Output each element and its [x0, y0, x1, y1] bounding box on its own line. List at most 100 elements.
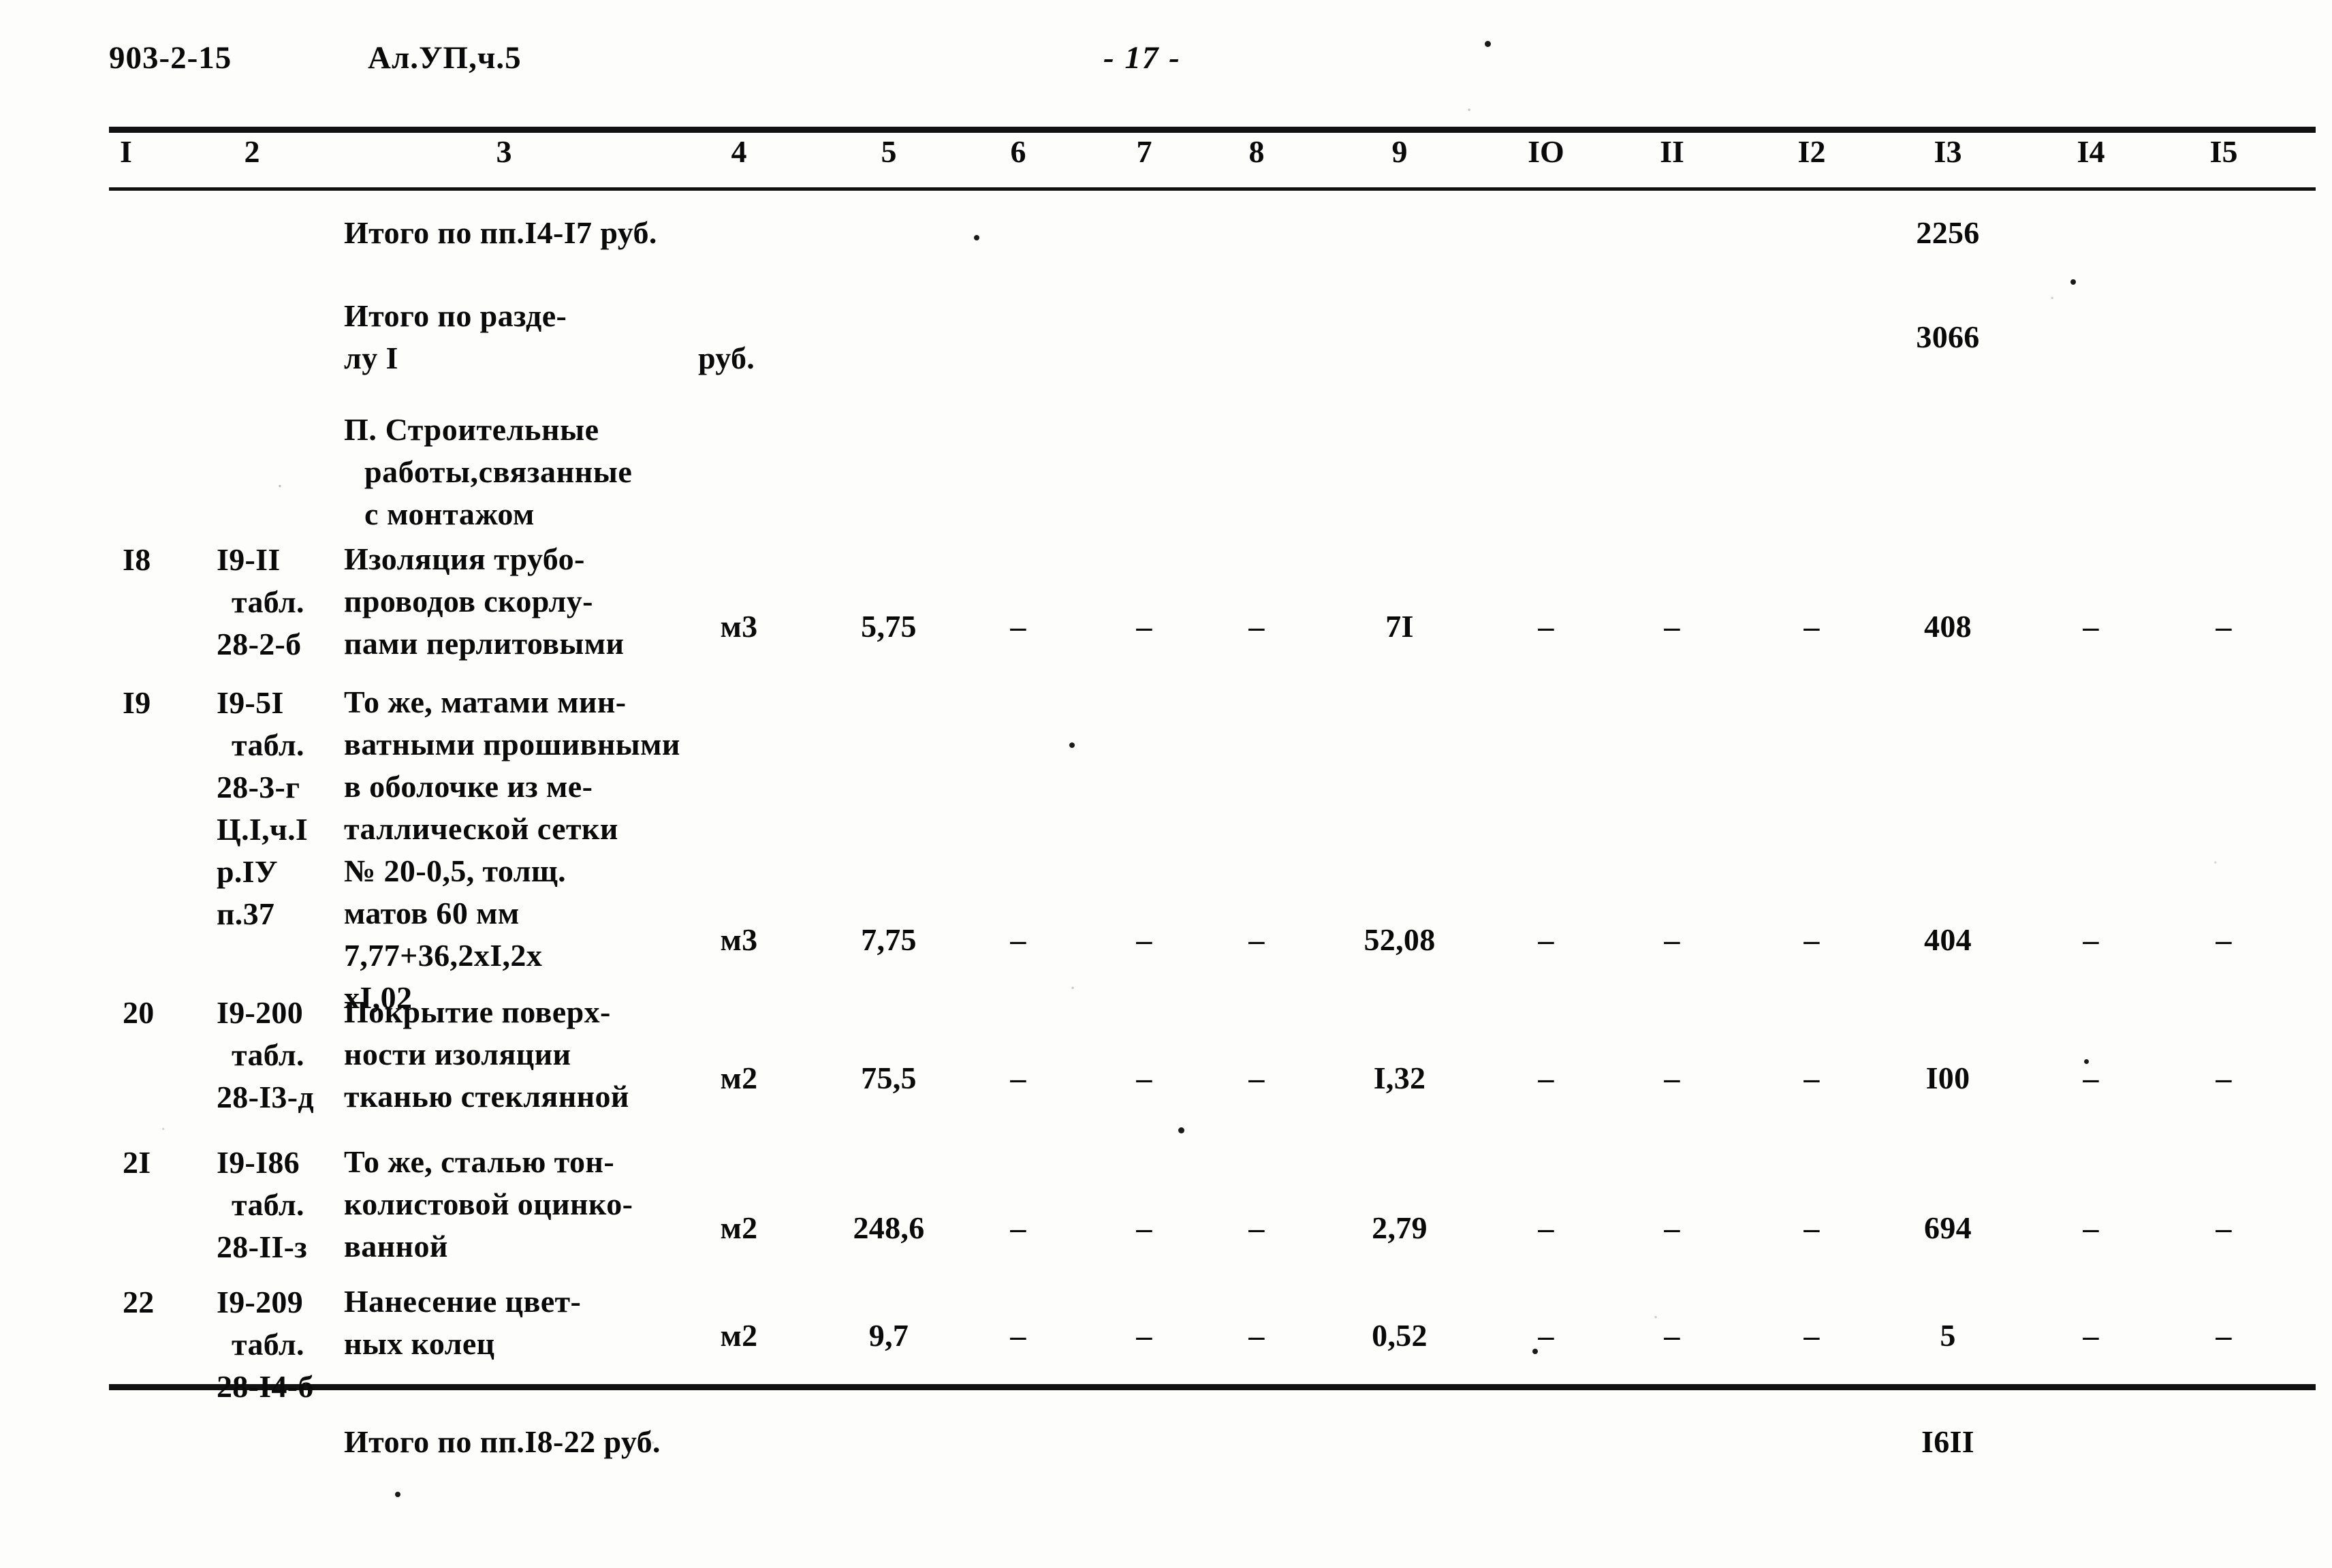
row-I8-col6: –	[1010, 609, 1026, 644]
row-I8-item-number: I8	[123, 542, 151, 577]
row-2I-col14: –	[2083, 1210, 2099, 1245]
row-2I-unit: м2	[720, 1210, 758, 1245]
row-20-code-line-3: 28-I3-д	[217, 1080, 314, 1114]
scan-speck	[1178, 1127, 1184, 1133]
row-22-code-line-3: 28-I4-б	[217, 1369, 314, 1404]
row-2I-code-line-1: I9-I86	[217, 1145, 300, 1180]
row-20-code-line-1: I9-200	[217, 995, 304, 1030]
row-22-description-line-1: Нанесение цвет-	[344, 1284, 582, 1319]
row-I8-description-line-3: пами перлитовыми	[344, 626, 625, 661]
row-I9-item-number: I9	[123, 685, 151, 720]
row-20-quantity: 75,5	[861, 1061, 917, 1095]
section-heading-line3: с монтажом	[364, 497, 535, 531]
row-I8-col8: –	[1248, 609, 1265, 644]
row-22-col8: –	[1248, 1318, 1265, 1353]
row-I8-unit: м3	[720, 609, 758, 644]
row-22-col15: –	[2216, 1318, 2232, 1353]
row-2I-quantity: 248,6	[853, 1210, 925, 1245]
row-22-col14: –	[2083, 1318, 2099, 1353]
scan-speck	[395, 1492, 400, 1497]
row-I9-unit: м3	[720, 922, 758, 957]
row-I9-code-line-2: табл.	[232, 727, 304, 762]
row-I9-col8: –	[1248, 922, 1265, 957]
scan-speck	[2070, 279, 2076, 285]
row-22-col9: 0,52	[1372, 1318, 1428, 1353]
row-I9-code-line-1: I9-5I	[217, 685, 284, 720]
row-20-code-line-2: табл.	[232, 1037, 304, 1072]
scan-speck	[974, 235, 979, 240]
total-unit-section-1: руб.	[698, 341, 755, 375]
scan-speck	[1485, 41, 1491, 47]
row-I8-col15: –	[2216, 609, 2232, 644]
section-heading-line2: работы,связанные	[364, 454, 633, 489]
row-I9-description-line-7: 7,77+36,2хI,2х	[344, 938, 543, 973]
row-2I-col8: –	[1248, 1210, 1265, 1245]
table-body: Итого по пп.I4-I7 руб. 2256 Итого по разде…	[0, 0, 2332, 1568]
row-22-quantity: 9,7	[868, 1318, 909, 1353]
row-I9-description-line-5: № 20-0,5, толщ.	[344, 853, 567, 888]
section-heading-line1: П. Строительные	[344, 412, 599, 447]
row-I9-col15: –	[2216, 922, 2232, 957]
row-2I-col15: –	[2216, 1210, 2232, 1245]
row-2I-code-line-2: табл.	[232, 1187, 304, 1222]
row-22-description-line-2: ных колец	[344, 1326, 495, 1361]
row-20-unit: м2	[720, 1061, 758, 1095]
row-22-item-number: 22	[123, 1285, 155, 1319]
row-I9-col6: –	[1010, 922, 1026, 957]
row-22-col12: –	[1803, 1318, 1820, 1353]
row-2I-col10: –	[1538, 1210, 1554, 1245]
total-value-section-1: 3066	[1916, 319, 1980, 354]
row-20-col10: –	[1538, 1061, 1554, 1095]
row-20-col11: –	[1664, 1061, 1680, 1095]
row-I8-code-line-2: табл.	[232, 584, 304, 619]
row-22-unit: м2	[720, 1318, 758, 1353]
row-I8-code-line-1: I9-II	[217, 542, 281, 577]
row-I9-code-line-5: р.IУ	[217, 854, 278, 889]
row-I8-col11: –	[1664, 609, 1680, 644]
row-I9-col12: –	[1803, 922, 1820, 957]
row-20-col13-cost: I00	[1925, 1061, 1970, 1095]
row-2I-col11: –	[1664, 1210, 1680, 1245]
row-I8-description-line-2: проводов скорлу-	[344, 584, 593, 618]
row-I9-col9: 52,08	[1364, 922, 1436, 957]
row-I9-description-line-3: в оболочке из ме-	[344, 769, 593, 804]
row-22-code-line-2: табл.	[232, 1327, 304, 1362]
row-20-col6: –	[1010, 1061, 1026, 1095]
row-22-col13-cost: 5	[1940, 1318, 1956, 1353]
row-I8-code-line-3: 28-2-б	[217, 627, 302, 661]
row-I9-quantity: 7,75	[861, 922, 917, 957]
row-I9-col10: –	[1538, 922, 1554, 957]
row-I9-description-line-2: ватными прошивными	[344, 727, 680, 762]
total-value-items-14-17: 2256	[1916, 215, 1980, 250]
row-20-col8: –	[1248, 1061, 1265, 1095]
row-20-col15: –	[2216, 1061, 2232, 1095]
row-I8-col10: –	[1538, 609, 1554, 644]
row-22-col6: –	[1010, 1318, 1026, 1353]
row-I9-code-line-4: Ц.I,ч.I	[217, 812, 309, 847]
row-2I-description-line-3: ванной	[344, 1229, 448, 1264]
row-2I-col12: –	[1803, 1210, 1820, 1245]
row-2I-col9: 2,79	[1372, 1210, 1428, 1245]
scan-speck	[2084, 1059, 2089, 1064]
row-20-col12: –	[1803, 1061, 1820, 1095]
total-label-section-1-line2: лу I	[344, 341, 398, 375]
row-I8-col14: –	[2083, 609, 2099, 644]
row-2I-description-line-2: колистовой оцинко-	[344, 1187, 633, 1221]
row-I8-quantity: 5,75	[861, 609, 917, 644]
row-I9-code-line-6: п.37	[217, 896, 275, 931]
total-label-items-14-17: Итого по пп.I4-I7 руб.	[344, 215, 657, 250]
row-20-description-line-3: тканью стеклянной	[344, 1079, 629, 1114]
row-20-item-number: 20	[123, 995, 155, 1030]
row-I9-col11: –	[1664, 922, 1680, 957]
row-I9-description-line-1: То же, матами мин-	[344, 685, 627, 719]
row-I9-col7: –	[1136, 922, 1152, 957]
row-I9-description-line-6: матов 60 мм	[344, 896, 520, 930]
document-page: 903-2-15 Ал.УП,ч.5 - 17 - I 2 3 4 5 6 7 8 9 IO II I…	[0, 0, 2332, 1568]
row-I9-col14: –	[2083, 922, 2099, 957]
row-I8-col13-cost: 408	[1924, 609, 1972, 644]
row-22-col10: –	[1538, 1318, 1554, 1353]
row-2I-description-line-1: То же, сталью тон-	[344, 1144, 615, 1179]
total-label-items-18-22: Итого по пп.I8-22 руб.	[344, 1424, 661, 1459]
total-value-items-18-22: I6II	[1921, 1424, 1974, 1459]
row-I9-description-line-4: таллической сетки	[344, 811, 618, 846]
